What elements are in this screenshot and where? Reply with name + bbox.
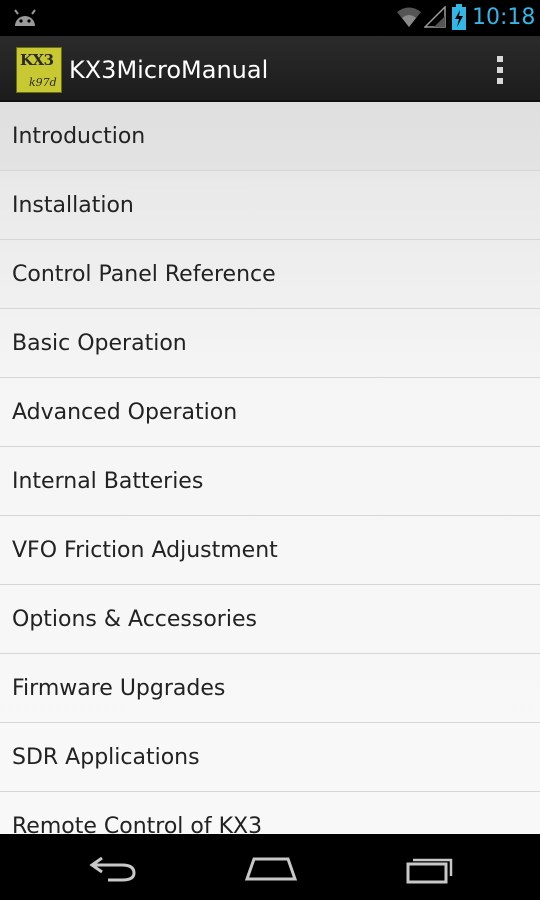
home-icon[interactable] xyxy=(244,854,298,882)
list-item-remote-control[interactable]: Remote Control of KX3 xyxy=(0,792,540,834)
list-item-label: Firmware Upgrades xyxy=(12,676,226,701)
recents-icon[interactable] xyxy=(404,852,454,884)
back-icon[interactable] xyxy=(88,854,138,882)
list-item-installation[interactable]: Installation xyxy=(0,171,540,240)
navigation-bar xyxy=(0,834,540,900)
list-item-basic-operation[interactable]: Basic Operation xyxy=(0,309,540,378)
list-item-label: Control Panel Reference xyxy=(12,262,276,287)
status-bar: 10:18 xyxy=(0,0,540,36)
list-item-introduction[interactable]: Introduction xyxy=(0,102,540,171)
overflow-menu-icon[interactable] xyxy=(484,50,516,90)
list-item-label: Options & Accessories xyxy=(12,607,257,632)
wifi-icon xyxy=(397,7,421,27)
list-item-label: Installation xyxy=(12,193,134,218)
chapter-list: Introduction Installation Control Panel … xyxy=(0,102,540,834)
list-item-label: Internal Batteries xyxy=(12,469,204,494)
app-logo[interactable]: KX3 k97d xyxy=(16,47,62,93)
list-item-vfo-friction-adjustment[interactable]: VFO Friction Adjustment xyxy=(0,516,540,585)
list-item-internal-batteries[interactable]: Internal Batteries xyxy=(0,447,540,516)
action-bar: KX3 k97d KX3MicroManual xyxy=(0,36,540,102)
status-time: 10:18 xyxy=(472,5,536,30)
app-logo-text-bottom: k97d xyxy=(29,76,57,89)
signal-icon xyxy=(424,6,446,28)
app-logo-text-top: KX3 xyxy=(20,51,54,69)
android-debug-icon xyxy=(14,9,36,26)
list-item-label: Introduction xyxy=(12,124,146,149)
list-item-options-accessories[interactable]: Options & Accessories xyxy=(0,585,540,654)
list-item-label: Basic Operation xyxy=(12,331,187,356)
list-item-control-panel-reference[interactable]: Control Panel Reference xyxy=(0,240,540,309)
app-title: KX3MicroManual xyxy=(69,56,269,84)
list-item-label: Remote Control of KX3 xyxy=(12,814,263,834)
battery-charging-icon xyxy=(452,4,466,30)
list-item-label: VFO Friction Adjustment xyxy=(12,538,278,563)
list-item-label: Advanced Operation xyxy=(12,400,238,425)
list-item-advanced-operation[interactable]: Advanced Operation xyxy=(0,378,540,447)
list-item-label: SDR Applications xyxy=(12,745,200,770)
list-item-firmware-upgrades[interactable]: Firmware Upgrades xyxy=(0,654,540,723)
list-item-sdr-applications[interactable]: SDR Applications xyxy=(0,723,540,792)
